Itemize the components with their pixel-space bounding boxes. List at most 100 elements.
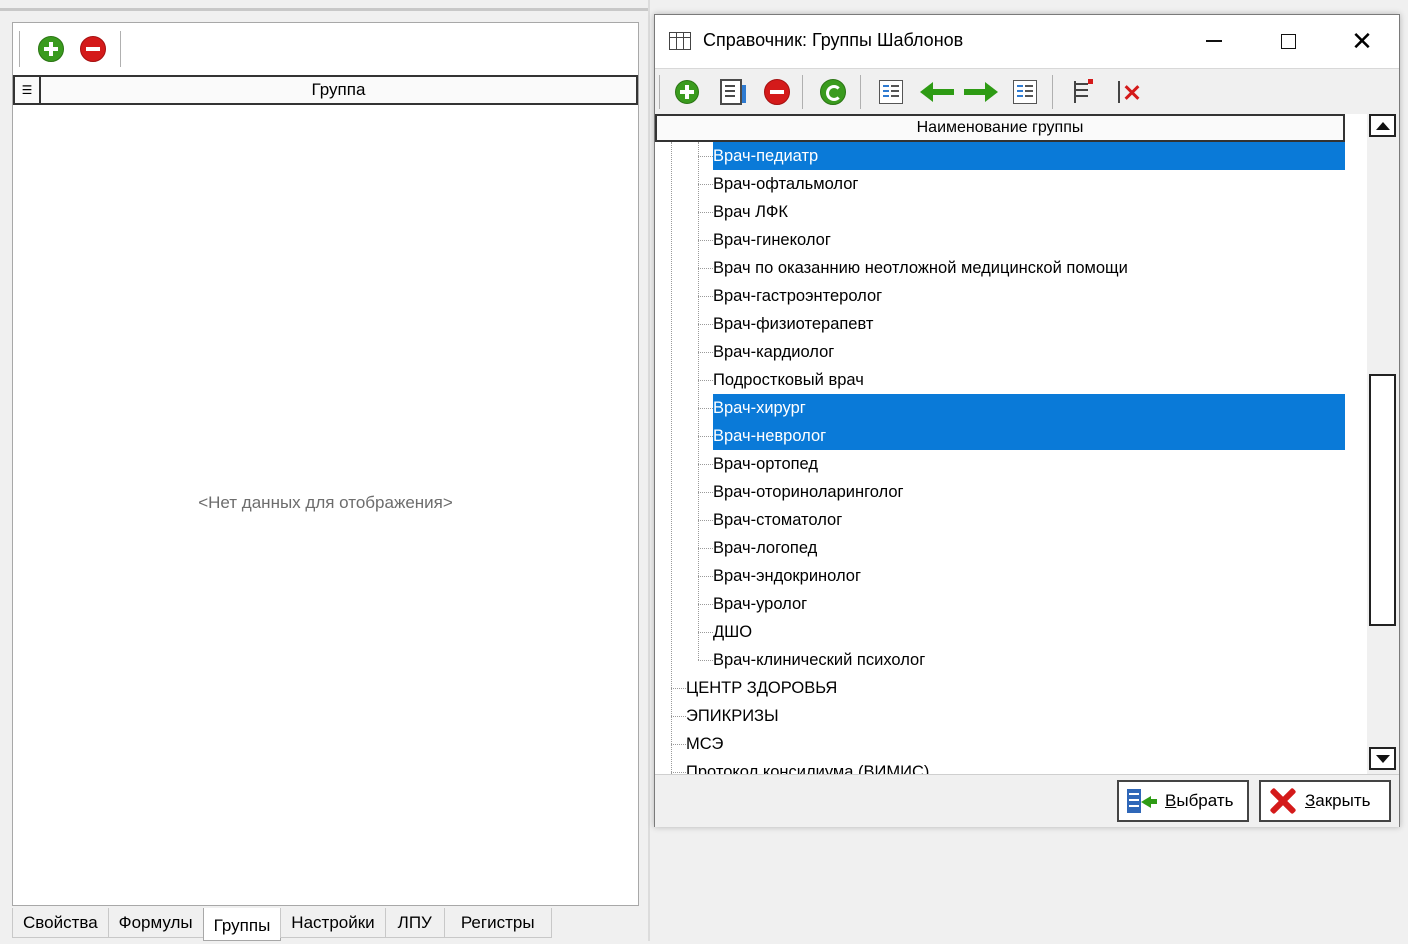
refresh-icon bbox=[820, 79, 846, 105]
tree-row[interactable]: Врач-эндокринолог bbox=[655, 562, 1345, 590]
toolbar-separator bbox=[1052, 75, 1053, 109]
filter-button[interactable] bbox=[1069, 78, 1095, 106]
maximize-button[interactable] bbox=[1251, 15, 1325, 67]
add-button[interactable] bbox=[673, 78, 701, 106]
left-tab-strip: Свойства Формулы Группы Настройки ЛПУ Ре… bbox=[12, 908, 552, 941]
edit-document-icon bbox=[720, 79, 746, 105]
triangle-up-icon bbox=[1375, 121, 1390, 130]
tree-row-label: Врач-офтальмолог bbox=[713, 175, 859, 193]
tree-connector bbox=[698, 296, 713, 297]
toolbar-separator bbox=[860, 75, 861, 109]
empty-grid-message: <Нет данных для отображения> bbox=[198, 493, 453, 512]
groups-grid-header: ☰ Группа bbox=[13, 75, 638, 105]
tree-connector bbox=[698, 408, 713, 409]
refresh-button[interactable] bbox=[819, 78, 847, 106]
tree-row[interactable]: Врач-педиатр bbox=[655, 142, 1345, 170]
arrow-left-icon bbox=[920, 82, 954, 102]
tab-settings[interactable]: Настройки bbox=[280, 908, 386, 938]
tree-row[interactable]: Врач-клинический психолог bbox=[655, 646, 1345, 674]
tree-row-label: Протокол консилиума (ВИМИС) bbox=[686, 763, 930, 774]
tree-connector bbox=[671, 688, 686, 689]
tab-lpu[interactable]: ЛПУ bbox=[384, 908, 445, 938]
tab-properties[interactable]: Свойства bbox=[12, 908, 109, 938]
tree-row-label: Врач-оториноларинголог bbox=[713, 483, 904, 501]
filter-icon bbox=[1071, 79, 1093, 105]
tree-row-label: Врач-гинеколог bbox=[713, 231, 831, 249]
tree-row[interactable]: Врач-ортопед bbox=[655, 450, 1345, 478]
tab-registers[interactable]: Регистры bbox=[443, 908, 552, 938]
tree-row[interactable]: Протокол консилиума (ВИМИС) bbox=[655, 758, 1345, 774]
collapse-tree-button[interactable] bbox=[1011, 79, 1039, 105]
arrow-right-icon bbox=[964, 82, 998, 102]
dialog-footer: Выбрать Закрыть bbox=[655, 774, 1399, 827]
close-button[interactable]: Закрыть bbox=[1259, 780, 1391, 822]
tree-row[interactable]: Врач-гастроэнтеролог bbox=[655, 282, 1345, 310]
tree-row[interactable]: Подростковый врач bbox=[655, 366, 1345, 394]
scrollbar-thumb[interactable] bbox=[1369, 374, 1396, 626]
column-header-group-name[interactable]: Наименование группы bbox=[655, 114, 1345, 142]
scroll-down-button[interactable] bbox=[1369, 747, 1396, 770]
clear-filter-button[interactable] bbox=[1113, 77, 1143, 107]
tree-row[interactable]: Врач-оториноларинголог bbox=[655, 478, 1345, 506]
tree-connector bbox=[671, 716, 686, 717]
tree-row[interactable]: МСЭ bbox=[655, 730, 1345, 758]
tree-row[interactable]: Врач ЛФК bbox=[655, 198, 1345, 226]
tree-row-label: Врач-педиатр bbox=[713, 142, 1345, 170]
edit-button[interactable] bbox=[717, 78, 746, 106]
select-button-label: Выбрать bbox=[1165, 791, 1234, 810]
scroll-up-button[interactable] bbox=[1369, 114, 1396, 137]
tree-connector bbox=[698, 352, 713, 353]
move-left-button[interactable] bbox=[919, 82, 955, 102]
expand-tree-button[interactable] bbox=[877, 79, 905, 105]
tree-row[interactable]: ЦЕНТР ЗДОРОВЬЯ bbox=[655, 674, 1345, 702]
tab-formulas[interactable]: Формулы bbox=[107, 908, 204, 938]
tree-row[interactable]: Врач-офтальмолог bbox=[655, 170, 1345, 198]
toolbar-separator bbox=[802, 75, 803, 109]
remove-group-button[interactable] bbox=[79, 35, 107, 63]
left-toolbar bbox=[13, 23, 638, 73]
select-button[interactable]: Выбрать bbox=[1117, 780, 1249, 822]
tree-connector bbox=[698, 492, 713, 493]
tree-row[interactable]: ЭПИКРИЗЫ bbox=[655, 702, 1345, 730]
add-group-button[interactable] bbox=[37, 35, 65, 63]
tree-row-label: Врач-невролог bbox=[713, 422, 1345, 450]
tree-row[interactable]: Врач-уролог bbox=[655, 590, 1345, 618]
delete-button[interactable] bbox=[763, 78, 791, 106]
column-header-group[interactable]: Группа bbox=[41, 77, 636, 103]
tree-row[interactable]: Врач-кардиолог bbox=[655, 338, 1345, 366]
close-window-button[interactable]: ✕ bbox=[1325, 15, 1399, 67]
add-circle-icon bbox=[675, 80, 699, 104]
tree-expand-icon bbox=[879, 80, 903, 104]
tree-row-label: Врач-кардиолог bbox=[713, 343, 835, 361]
column-chooser-button[interactable]: ☰ bbox=[15, 77, 41, 103]
panel-splitter[interactable] bbox=[648, 0, 650, 941]
move-right-button[interactable] bbox=[963, 82, 999, 102]
tree-row-label: Врач ЛФК bbox=[713, 203, 788, 221]
groups-tree-grid: Наименование группы Врач-педиатр Врач-офт… bbox=[655, 114, 1399, 774]
tree-row[interactable]: Врач-хирург bbox=[655, 394, 1345, 422]
tree-row[interactable]: Врач по оказаннию неотложной медицинской… bbox=[655, 254, 1345, 282]
tree-row[interactable]: Врач-гинеколог bbox=[655, 226, 1345, 254]
vertical-scrollbar[interactable] bbox=[1367, 114, 1399, 774]
tree-row[interactable]: Врач-невролог bbox=[655, 422, 1345, 450]
toolbar-separator bbox=[659, 75, 660, 109]
tree-row[interactable]: ДШО bbox=[655, 618, 1345, 646]
clear-filter-icon bbox=[1115, 78, 1141, 106]
tree-row[interactable]: Врач-физиотерапевт bbox=[655, 310, 1345, 338]
close-button-label: Закрыть bbox=[1305, 791, 1371, 810]
tree-connector bbox=[698, 268, 713, 269]
tree-row[interactable]: Врач-стоматолог bbox=[655, 506, 1345, 534]
tree-row-label: Врач-ортопед bbox=[713, 455, 819, 473]
tree-connector bbox=[698, 604, 713, 605]
tab-groups[interactable]: Группы bbox=[202, 908, 282, 941]
dialog-title: Справочник: Группы Шаблонов bbox=[703, 30, 964, 50]
tree-row-label: ЦЕНТР ЗДОРОВЬЯ bbox=[686, 679, 838, 697]
tree-connector bbox=[671, 772, 686, 773]
table-icon bbox=[669, 32, 691, 50]
minimize-button[interactable] bbox=[1177, 15, 1251, 67]
tree-row[interactable]: Врач-логопед bbox=[655, 534, 1345, 562]
tree-connector bbox=[698, 212, 713, 213]
select-arrow-icon bbox=[1127, 789, 1157, 813]
tree-row-label: Врач по оказаннию неотложной медицинской… bbox=[713, 259, 1128, 277]
dialog-titlebar[interactable]: Справочник: Группы Шаблонов ✕ bbox=[655, 15, 1399, 67]
